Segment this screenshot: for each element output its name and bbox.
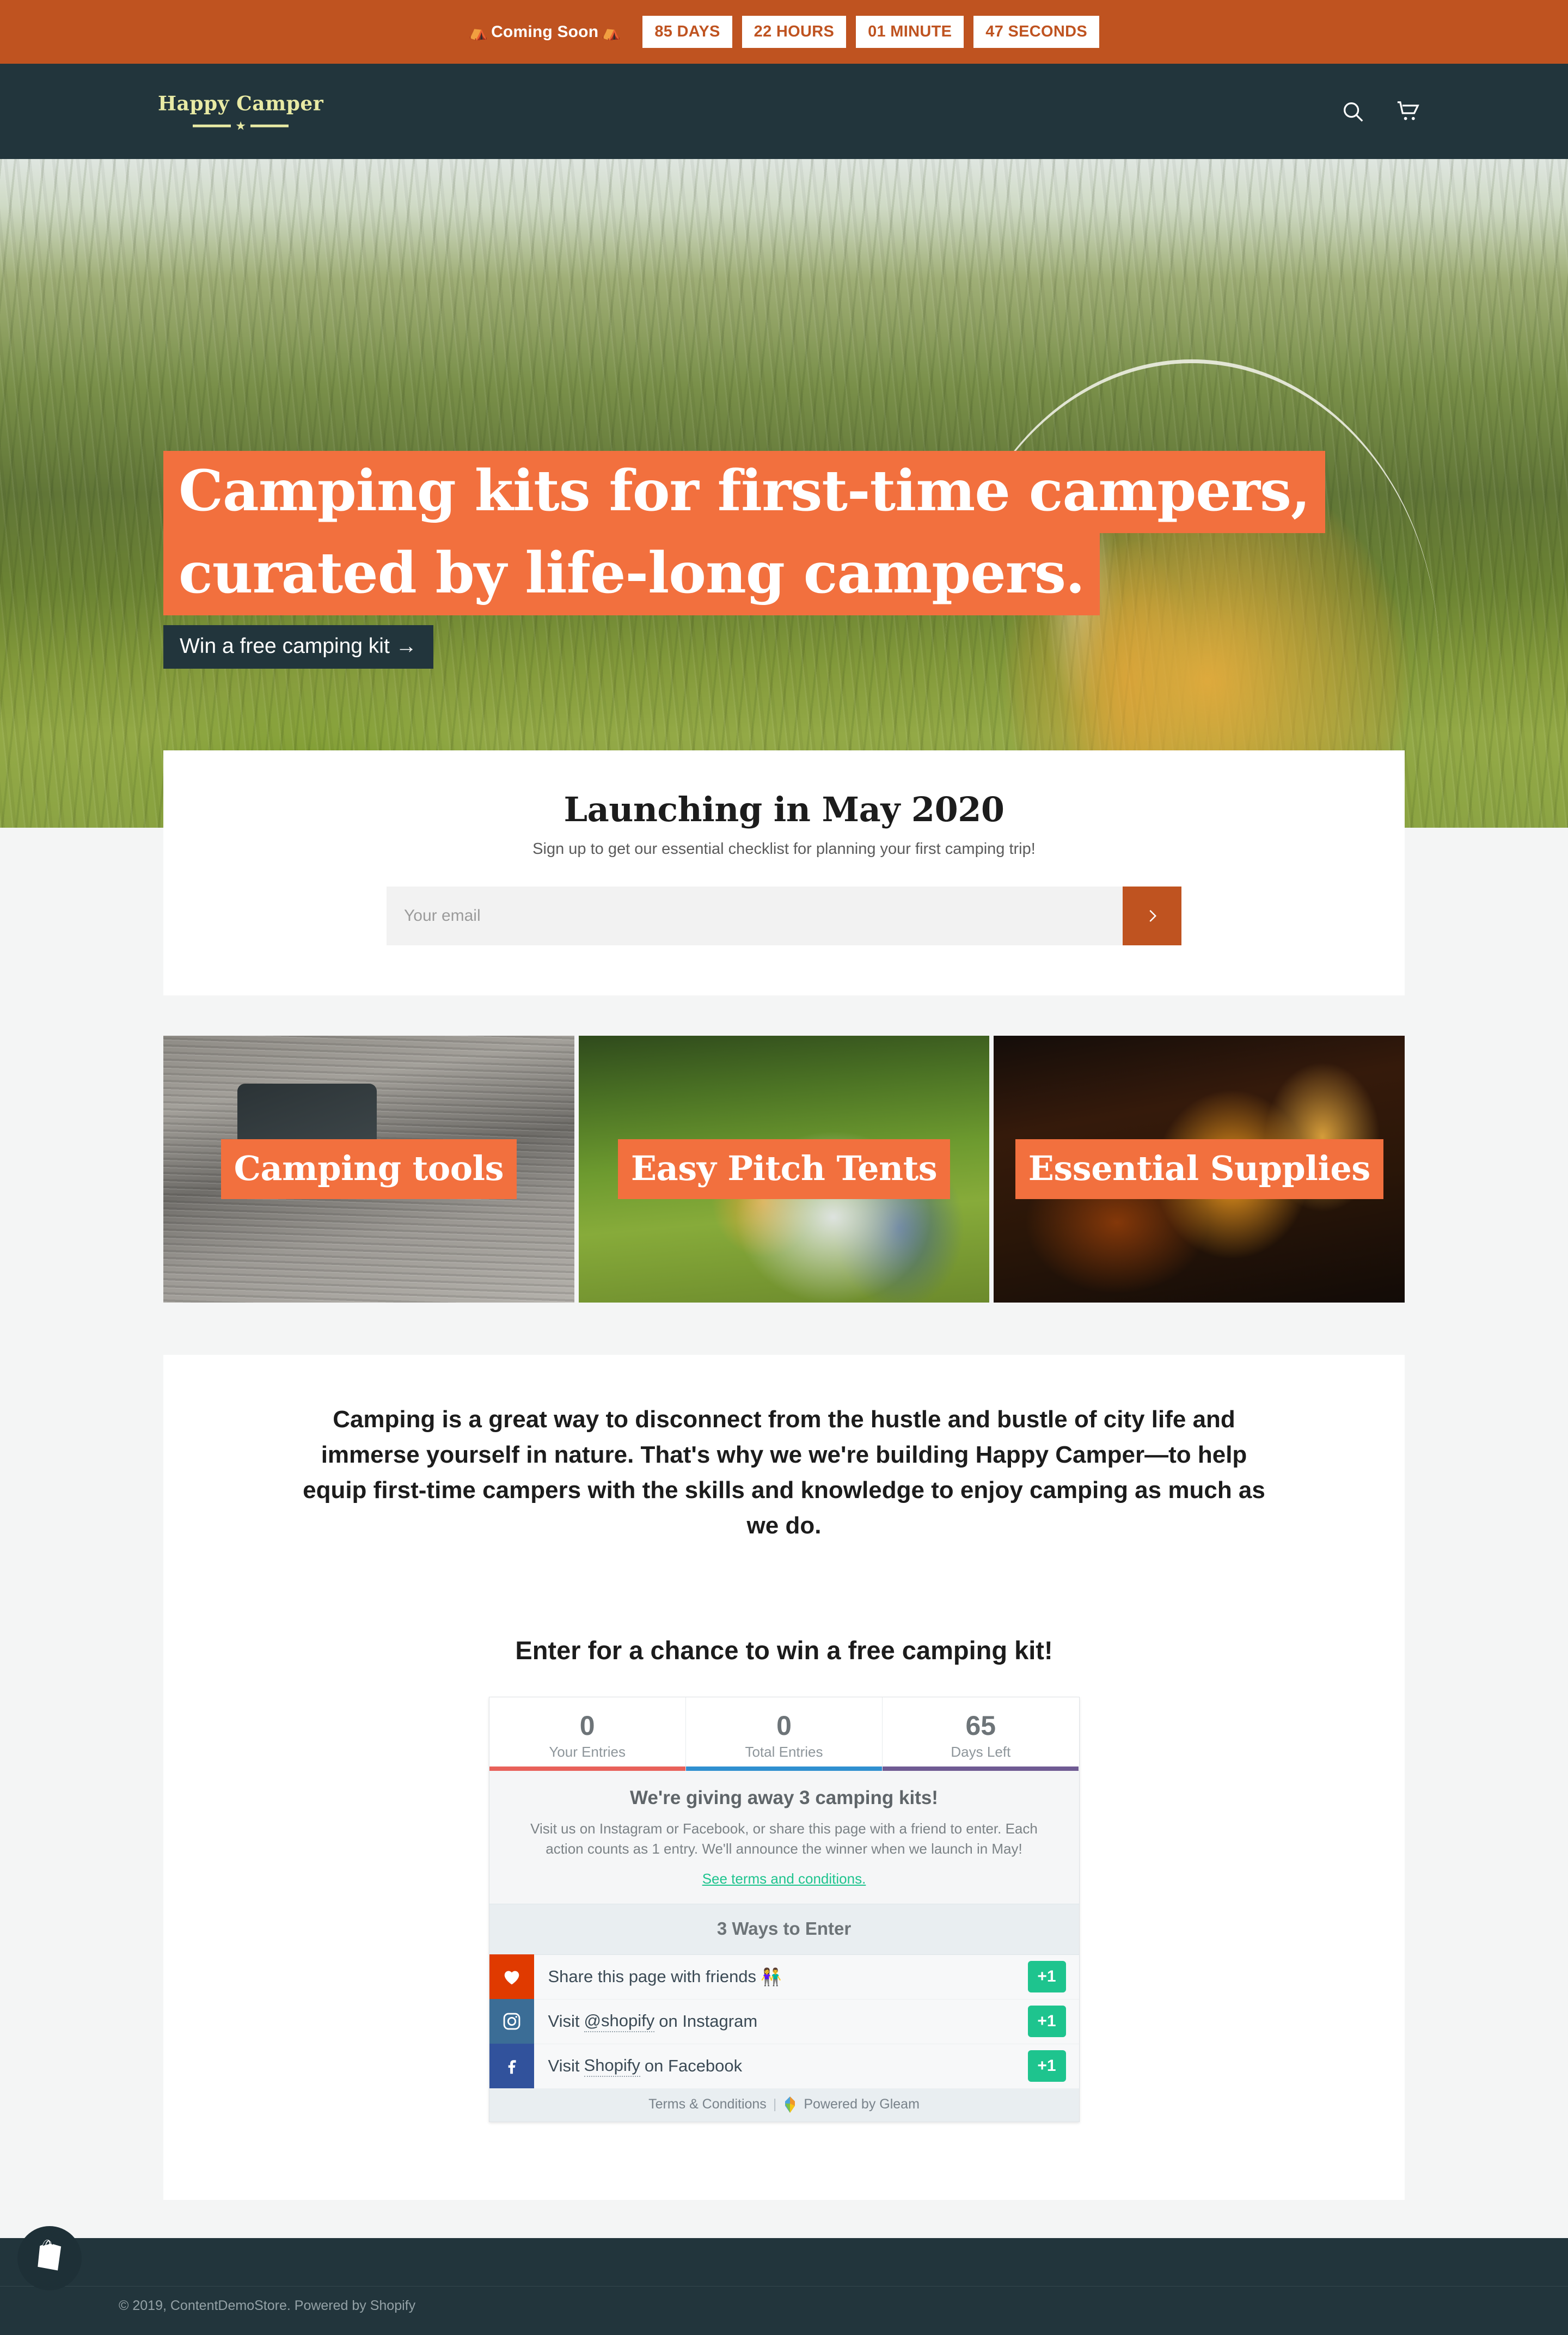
gleam-description-panel: We're giving away 3 camping kits! Visit … (489, 1770, 1079, 1904)
entry-instagram-prefix: Visit (548, 2012, 580, 2031)
announcement-bar: ⛺ Coming Soon ⛺ 85 DAYS 22 HOURS 01 MINU… (0, 0, 1568, 64)
giveaway-section: Enter for a chance to win a free camping… (163, 1581, 1405, 2200)
site-logo[interactable]: Happy Camper ★ (158, 92, 323, 131)
facebook-icon (489, 2044, 534, 2089)
category-label-camping-tools: Camping tools (220, 1139, 517, 1199)
gleam-footer-powered-link[interactable]: Powered by Gleam (804, 2096, 920, 2112)
tent-emoji-left: ⛺ (468, 23, 488, 40)
entry-label-instagram: Visit @shopify on Instagram (534, 2011, 1028, 2032)
stat-your-entries-label: Your Entries (549, 1743, 626, 1760)
signup-submit-button[interactable] (1123, 887, 1181, 945)
stat-days-left-bar (883, 1766, 1079, 1771)
gleam-footer-separator: | (773, 2096, 777, 2112)
signup-form (387, 887, 1181, 945)
signup-subtitle: Sign up to get our essential checklist f… (532, 840, 1036, 858)
stat-days-left-value: 65 (965, 1710, 996, 1741)
header-icon-group (1340, 99, 1421, 124)
search-icon[interactable] (1340, 99, 1365, 124)
entry-points-facebook: +1 (1027, 2050, 1066, 2082)
tent-emoji-right: ⛺ (602, 23, 621, 40)
category-card-easy-pitch-tents[interactable]: Easy Pitch Tents (578, 1036, 990, 1303)
entry-facebook-page[interactable]: Shopify (584, 2056, 640, 2077)
newsletter-signup-card: Launching in May 2020 Sign up to get our… (163, 750, 1405, 995)
gleam-ways-heading: 3 Ways to Enter (489, 1903, 1079, 1955)
category-label-easy-pitch-tents: Easy Pitch Tents (617, 1139, 951, 1199)
gleam-terms-link[interactable]: See terms and conditions. (702, 1871, 866, 1887)
hero-content: Camping kits for first-time campers, cur… (163, 451, 1361, 669)
site-logo-text: Happy Camper (158, 92, 324, 115)
countdown-seconds: 47 SECONDS (973, 16, 1099, 48)
couple-emoji: 👫 (761, 1967, 782, 1986)
about-text-block: Camping is a great way to disconnect fro… (163, 1355, 1405, 1592)
stat-total-entries: 0 Total Entries (685, 1697, 883, 1771)
gleam-description: Visit us on Instagram or Facebook, or sh… (530, 1820, 1038, 1857)
gleam-footer: Terms & Conditions | Powered by Gleam (489, 2088, 1079, 2122)
gleam-widget: 0 Your Entries 0 Total Entries 65 Days L… (488, 1697, 1080, 2122)
star-icon: ★ (235, 119, 246, 133)
entry-row-facebook[interactable]: Visit Shopify on Facebook +1 (489, 2044, 1079, 2089)
stat-days-left-label: Days Left (951, 1743, 1011, 1760)
countdown-hours: 22 HOURS (742, 16, 847, 48)
countdown-days: 85 DAYS (642, 16, 732, 48)
gleam-logo-icon (783, 2096, 797, 2113)
entry-instagram-suffix: on Instagram (659, 2012, 758, 2031)
gleam-heading: We're giving away 3 camping kits! (630, 1787, 938, 1808)
hero-cta-button[interactable]: Win a free camping kit → (163, 625, 433, 669)
logo-ornament: ★ (158, 119, 323, 133)
entry-label-facebook: Visit Shopify on Facebook (534, 2056, 1028, 2077)
cart-icon[interactable] (1396, 99, 1421, 124)
signup-title: Launching in May 2020 (564, 790, 1004, 829)
entry-row-share[interactable]: Share this page with friends 👫 +1 (489, 1954, 1079, 2000)
hero-headline-line-1: Camping kits for first-time campers, (163, 451, 1325, 533)
stat-total-entries-bar (685, 1766, 883, 1771)
footer-copyright: © 2019, ContentDemoStore. Powered by Sho… (119, 2298, 416, 2313)
footer-divider (0, 2286, 1568, 2287)
category-label-essential-supplies: Essential Supplies (1015, 1139, 1383, 1199)
announcement-label: ⛺ Coming Soon ⛺ (469, 23, 621, 41)
email-input[interactable] (387, 887, 1123, 945)
entry-label-share: Share this page with friends 👫 (534, 1967, 1028, 1987)
instagram-icon (489, 1999, 534, 2044)
heart-icon (489, 1954, 534, 2000)
category-card-camping-tools[interactable]: Camping tools (163, 1036, 574, 1303)
category-card-essential-supplies[interactable]: Essential Supplies (994, 1036, 1405, 1303)
entry-points-instagram: +1 (1027, 2006, 1066, 2038)
entry-facebook-suffix: on Facebook (644, 2056, 743, 2076)
stat-total-entries-value: 0 (776, 1710, 792, 1741)
logo-rule-left (193, 124, 231, 127)
stat-total-entries-label: Total Entries (745, 1743, 823, 1760)
entry-share-text: Share this page with friends (548, 1967, 757, 1986)
chevron-right-icon (1144, 908, 1160, 924)
stat-days-left: 65 Days Left (883, 1697, 1079, 1771)
gleam-footer-terms-link[interactable]: Terms & Conditions (648, 2096, 767, 2112)
entry-instagram-handle[interactable]: @shopify (584, 2011, 655, 2032)
announcement-label-text: Coming Soon (491, 22, 599, 41)
entry-points-share: +1 (1027, 1961, 1066, 1993)
giveaway-title: Enter for a chance to win a free camping… (515, 1636, 1053, 1665)
shopify-bag-icon[interactable] (17, 2226, 82, 2290)
stat-your-entries-bar (489, 1766, 685, 1771)
stat-your-entries-value: 0 (579, 1710, 595, 1741)
site-header: Happy Camper ★ (0, 64, 1568, 159)
logo-rule-right (250, 124, 289, 127)
about-paragraph: Camping is a great way to disconnect fro… (303, 1406, 1265, 1539)
entry-row-instagram[interactable]: Visit @shopify on Instagram +1 (489, 1999, 1079, 2044)
stat-your-entries: 0 Your Entries (489, 1697, 686, 1771)
countdown-minutes: 01 MINUTE (856, 16, 964, 48)
site-footer: © 2019, ContentDemoStore. Powered by Sho… (0, 2226, 1568, 2335)
category-card-row: Camping tools Easy Pitch Tents Essential… (163, 1036, 1405, 1303)
hero-headline-line-2: curated by life-long campers. (163, 533, 1100, 615)
gleam-stats-row: 0 Your Entries 0 Total Entries 65 Days L… (489, 1697, 1079, 1771)
entry-facebook-prefix: Visit (548, 2056, 580, 2076)
